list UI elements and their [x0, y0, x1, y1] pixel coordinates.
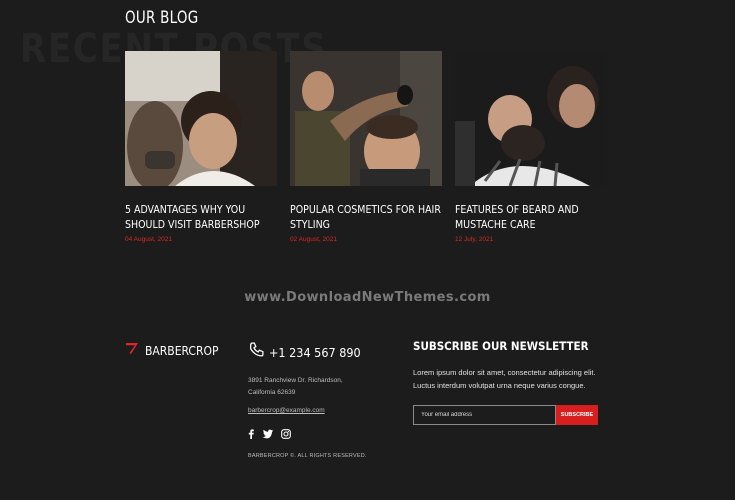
post-title[interactable]: 5 ADVANTAGES WHY YOU SHOULD VISIT BARBER… [125, 203, 277, 232]
logo-icon [125, 341, 139, 360]
post-image[interactable] [455, 51, 607, 186]
phone-number[interactable]: +1 234 567 890 [269, 345, 361, 360]
address: 3891 Ranchview Dr. Richardson, Californi… [248, 375, 398, 399]
subscribe-button[interactable]: SUBSCRIBE [556, 405, 598, 425]
address-line: California 62639 [248, 389, 296, 396]
newsletter-section: SUBSCRIBE OUR NEWSLETTER Lorem ipsum dol… [413, 339, 607, 425]
watermark-text: www.DownloadNewThemes.com [244, 290, 491, 305]
footer-brand[interactable]: BARBERCROP [125, 341, 218, 360]
social-links [248, 429, 398, 439]
post-image[interactable] [125, 51, 277, 186]
blog-title: OUR BLOG [125, 8, 199, 28]
post-date: 12 July, 2021 [455, 236, 494, 243]
subscribe-form: SUBSCRIBE [413, 405, 607, 425]
instagram-icon[interactable] [281, 429, 291, 439]
blog-posts: 5 ADVANTAGES WHY YOU SHOULD VISIT BARBER… [125, 51, 607, 243]
phone-icon [248, 341, 265, 363]
phone-row[interactable]: +1 234 567 890 [248, 341, 398, 363]
copyright: BARBERCROP ©. ALL RIGHTS RESERVED. [248, 453, 367, 459]
post-date: 04 August, 2021 [125, 236, 172, 243]
newsletter-text: Lorem ipsum dolor sit amet, consectetur … [413, 368, 596, 390]
address-line: 3891 Ranchview Dr. Richardson, [248, 377, 343, 384]
twitter-icon[interactable] [262, 429, 273, 439]
email-link[interactable]: barbercrop@example.com [248, 407, 325, 414]
post-date: 02 August, 2021 [290, 236, 337, 243]
newsletter-title: SUBSCRIBE OUR NEWSLETTER [413, 339, 589, 353]
post-title[interactable]: POPULAR COSMETICS FOR HAIR STYLING [290, 203, 442, 232]
brand-name: BARBERCROP [145, 343, 219, 358]
post-title[interactable]: FEATURES OF BEARD AND MUSTACHE CARE [455, 203, 607, 232]
email-input[interactable] [413, 405, 556, 425]
blog-post-card[interactable]: 5 ADVANTAGES WHY YOU SHOULD VISIT BARBER… [125, 51, 277, 243]
post-image[interactable] [290, 51, 442, 186]
facebook-icon[interactable] [248, 429, 254, 439]
blog-post-card[interactable]: FEATURES OF BEARD AND MUSTACHE CARE 12 J… [455, 51, 607, 243]
contact-info: +1 234 567 890 3891 Ranchview Dr. Richar… [248, 341, 398, 459]
blog-post-card[interactable]: POPULAR COSMETICS FOR HAIR STYLING 02 Au… [290, 51, 442, 243]
